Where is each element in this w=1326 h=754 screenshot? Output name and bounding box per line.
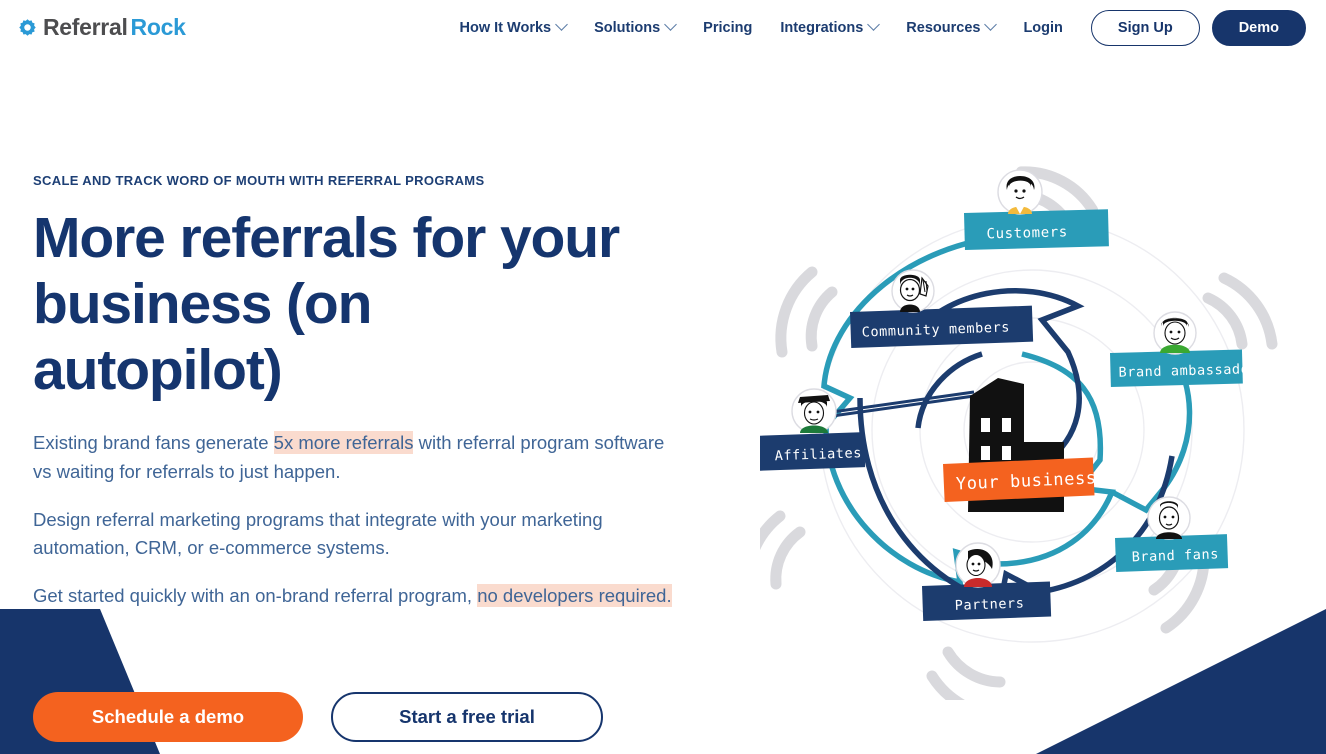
nav-label: Integrations	[780, 19, 864, 36]
paragraph-text-before: Design referral marketing programs that …	[33, 508, 603, 559]
label-brandfans-text: Brand fans	[1131, 546, 1219, 565]
nav-label: How It Works	[459, 19, 552, 36]
sign-up-button[interactable]: Sign Up	[1090, 9, 1200, 46]
node-community-members: Community members	[850, 269, 1034, 348]
hero-paragraph-2: Design referral marketing programs that …	[33, 506, 673, 563]
node-partners: Partners	[922, 542, 1052, 621]
brand-name-primary: Referral	[43, 14, 128, 40]
hero-section: SCALE AND TRACK WORD OF MOUTH WITH REFER…	[0, 55, 1326, 700]
nav-item-how-it-works[interactable]: How It Works	[446, 14, 581, 42]
demo-button[interactable]: Demo	[1211, 9, 1306, 46]
brand-name-secondary: Rock	[130, 14, 186, 40]
node-customers: Customers	[964, 169, 1109, 250]
nav-label: Resources	[906, 19, 981, 36]
label-affiliates-text: Affiliates	[774, 445, 862, 464]
schedule-demo-button[interactable]: Schedule a demo	[33, 692, 303, 742]
chevron-down-icon	[984, 18, 998, 31]
label-customers-text: Customers	[986, 224, 1068, 242]
nav-item-integrations[interactable]: Integrations	[766, 14, 892, 42]
label-partners-text: Partners	[954, 595, 1024, 613]
nav-label: Pricing	[703, 19, 753, 36]
site-header: Referral Rock How It Works Solutions Pric…	[0, 0, 1326, 55]
nav-item-resources[interactable]: Resources	[892, 14, 1009, 42]
nav-label: Solutions	[594, 19, 661, 36]
paragraph-text-before: Get started quickly with an on-brand ref…	[33, 585, 478, 607]
main-navigation: How It Works Solutions Pricing Integrati…	[446, 9, 1308, 46]
chevron-down-icon	[664, 18, 678, 31]
chevron-down-icon	[867, 18, 881, 31]
node-brand-ambassadors: Brand ambassadors	[1110, 311, 1267, 387]
paragraph-text-before: Existing brand fans generate	[33, 432, 274, 454]
hero-paragraph-1: Existing brand fans generate 5x more ref…	[33, 429, 673, 486]
hero-paragraph-3: Get started quickly with an on-brand ref…	[33, 582, 673, 611]
hero-copy: SCALE AND TRACK WORD OF MOUTH WITH REFER…	[0, 55, 700, 630]
node-brand-fans: Brand fans	[1115, 496, 1229, 572]
nav-item-pricing[interactable]: Pricing	[689, 14, 766, 42]
hero-illustration: Your business Customers Community member…	[760, 140, 1320, 700]
start-free-trial-button[interactable]: Start a free trial	[331, 692, 603, 742]
paragraph-highlight: no developers required.	[477, 584, 672, 608]
label-your-business: Your business	[943, 457, 1097, 502]
gear-icon	[18, 18, 37, 37]
nav-label: Login	[1023, 19, 1063, 36]
chevron-down-icon	[555, 18, 568, 31]
nav-item-login[interactable]: Login	[1009, 14, 1076, 42]
nav-item-solutions[interactable]: Solutions	[580, 14, 689, 42]
brand-logo[interactable]: Referral Rock	[18, 14, 186, 41]
page-root: Referral Rock How It Works Solutions Pric…	[0, 0, 1326, 754]
page-title: More referrals for your business (on aut…	[33, 206, 620, 403]
label-ambassadors-text: Brand ambassadors	[1118, 361, 1267, 381]
paragraph-highlight: 5x more referrals	[273, 431, 414, 455]
hero-cta-group: Schedule a demo Start a free trial	[33, 692, 603, 742]
hero-eyebrow: SCALE AND TRACK WORD OF MOUTH WITH REFER…	[33, 173, 485, 188]
